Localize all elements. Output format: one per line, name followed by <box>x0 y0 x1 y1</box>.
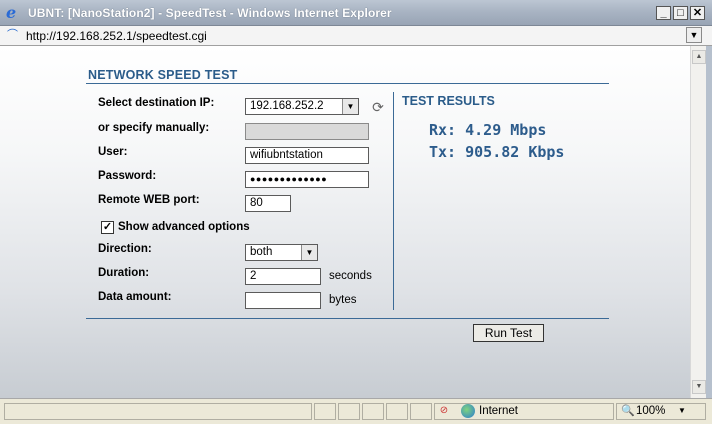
status-pane <box>386 403 408 420</box>
web-port-input[interactable]: 80 <box>245 195 291 212</box>
address-dropdown-button[interactable]: ▼ <box>686 27 702 43</box>
advanced-options-checkbox[interactable]: ✓ <box>101 221 114 234</box>
manual-ip-input[interactable] <box>245 123 369 140</box>
direction-value: both <box>250 246 273 258</box>
chevron-down-icon[interactable]: ▼ <box>678 406 686 415</box>
data-amount-input[interactable] <box>245 292 321 309</box>
destination-ip-select[interactable]: 192.168.252.2 ▼ <box>245 98 359 115</box>
minimize-button[interactable]: _ <box>656 6 671 20</box>
advanced-options-label[interactable]: Show advanced options <box>118 221 250 233</box>
duration-input[interactable]: 2 <box>245 268 321 285</box>
address-bar[interactable]: ⌒ http://192.168.252.1/speedtest.cgi ▼ <box>0 26 712 46</box>
address-url[interactable]: http://192.168.252.1/speedtest.cgi <box>26 29 207 43</box>
status-pane <box>362 403 384 420</box>
section-heading: NETWORK SPEED TEST <box>88 68 238 82</box>
page-favicon-icon: ⌒ <box>7 29 18 41</box>
window-title-bar: e UBNT: [NanoStation2] - SpeedTest - Win… <box>0 0 712 26</box>
destination-ip-label: Select destination IP: <box>98 97 215 109</box>
password-label: Password: <box>98 170 157 182</box>
data-amount-unit: bytes <box>329 294 357 306</box>
user-input[interactable]: wifiubntstation <box>245 147 369 164</box>
window-title: UBNT: [NanoStation2] - SpeedTest - Windo… <box>28 6 392 20</box>
password-input[interactable]: ●●●●●●●●●●●●● <box>245 171 369 188</box>
internet-zone-icon <box>461 404 475 418</box>
duration-label: Duration: <box>98 267 150 279</box>
user-label: User: <box>98 146 128 158</box>
direction-label: Direction: <box>98 243 152 255</box>
status-pane <box>314 403 336 420</box>
rx-result: Rx: 4.29 Mbps <box>429 121 547 139</box>
security-zone-label: Internet <box>479 405 518 417</box>
scroll-down-arrow-icon[interactable]: ▼ <box>692 380 706 394</box>
zoom-level[interactable]: 100% <box>636 405 665 417</box>
heading-divider <box>86 83 609 84</box>
web-port-label: Remote WEB port: <box>98 194 200 206</box>
popup-blocked-icon[interactable]: ⊘ <box>437 404 451 418</box>
manual-ip-label: or specify manually: <box>98 122 210 134</box>
duration-unit: seconds <box>329 270 372 282</box>
destination-ip-value: 192.168.252.2 <box>250 100 324 112</box>
status-pane-main <box>4 403 312 420</box>
window-border <box>706 46 712 398</box>
test-results-title: TEST RESULTS <box>402 94 495 108</box>
status-bar: ⊘ Internet 🔍 100% ▼ <box>0 398 712 424</box>
chevron-down-icon: ▼ <box>342 99 358 114</box>
refresh-icon[interactable]: ⟳ <box>370 99 386 115</box>
maximize-button[interactable]: □ <box>673 6 688 20</box>
status-pane <box>338 403 360 420</box>
run-test-button[interactable]: Run Test <box>473 324 544 342</box>
chevron-down-icon: ▼ <box>301 245 317 260</box>
ie-logo-icon: e <box>6 3 17 22</box>
tx-result: Tx: 905.82 Kbps <box>429 143 565 161</box>
status-pane <box>410 403 432 420</box>
data-amount-label: Data amount: <box>98 291 172 303</box>
vertical-scrollbar[interactable]: ▲ ▼ <box>690 46 706 398</box>
column-divider <box>393 92 394 310</box>
direction-select[interactable]: both ▼ <box>245 244 318 261</box>
footer-divider <box>86 318 609 319</box>
scroll-up-arrow-icon[interactable]: ▲ <box>692 50 706 64</box>
close-button[interactable]: ✕ <box>690 6 705 20</box>
zoom-icon: 🔍 <box>621 405 635 417</box>
